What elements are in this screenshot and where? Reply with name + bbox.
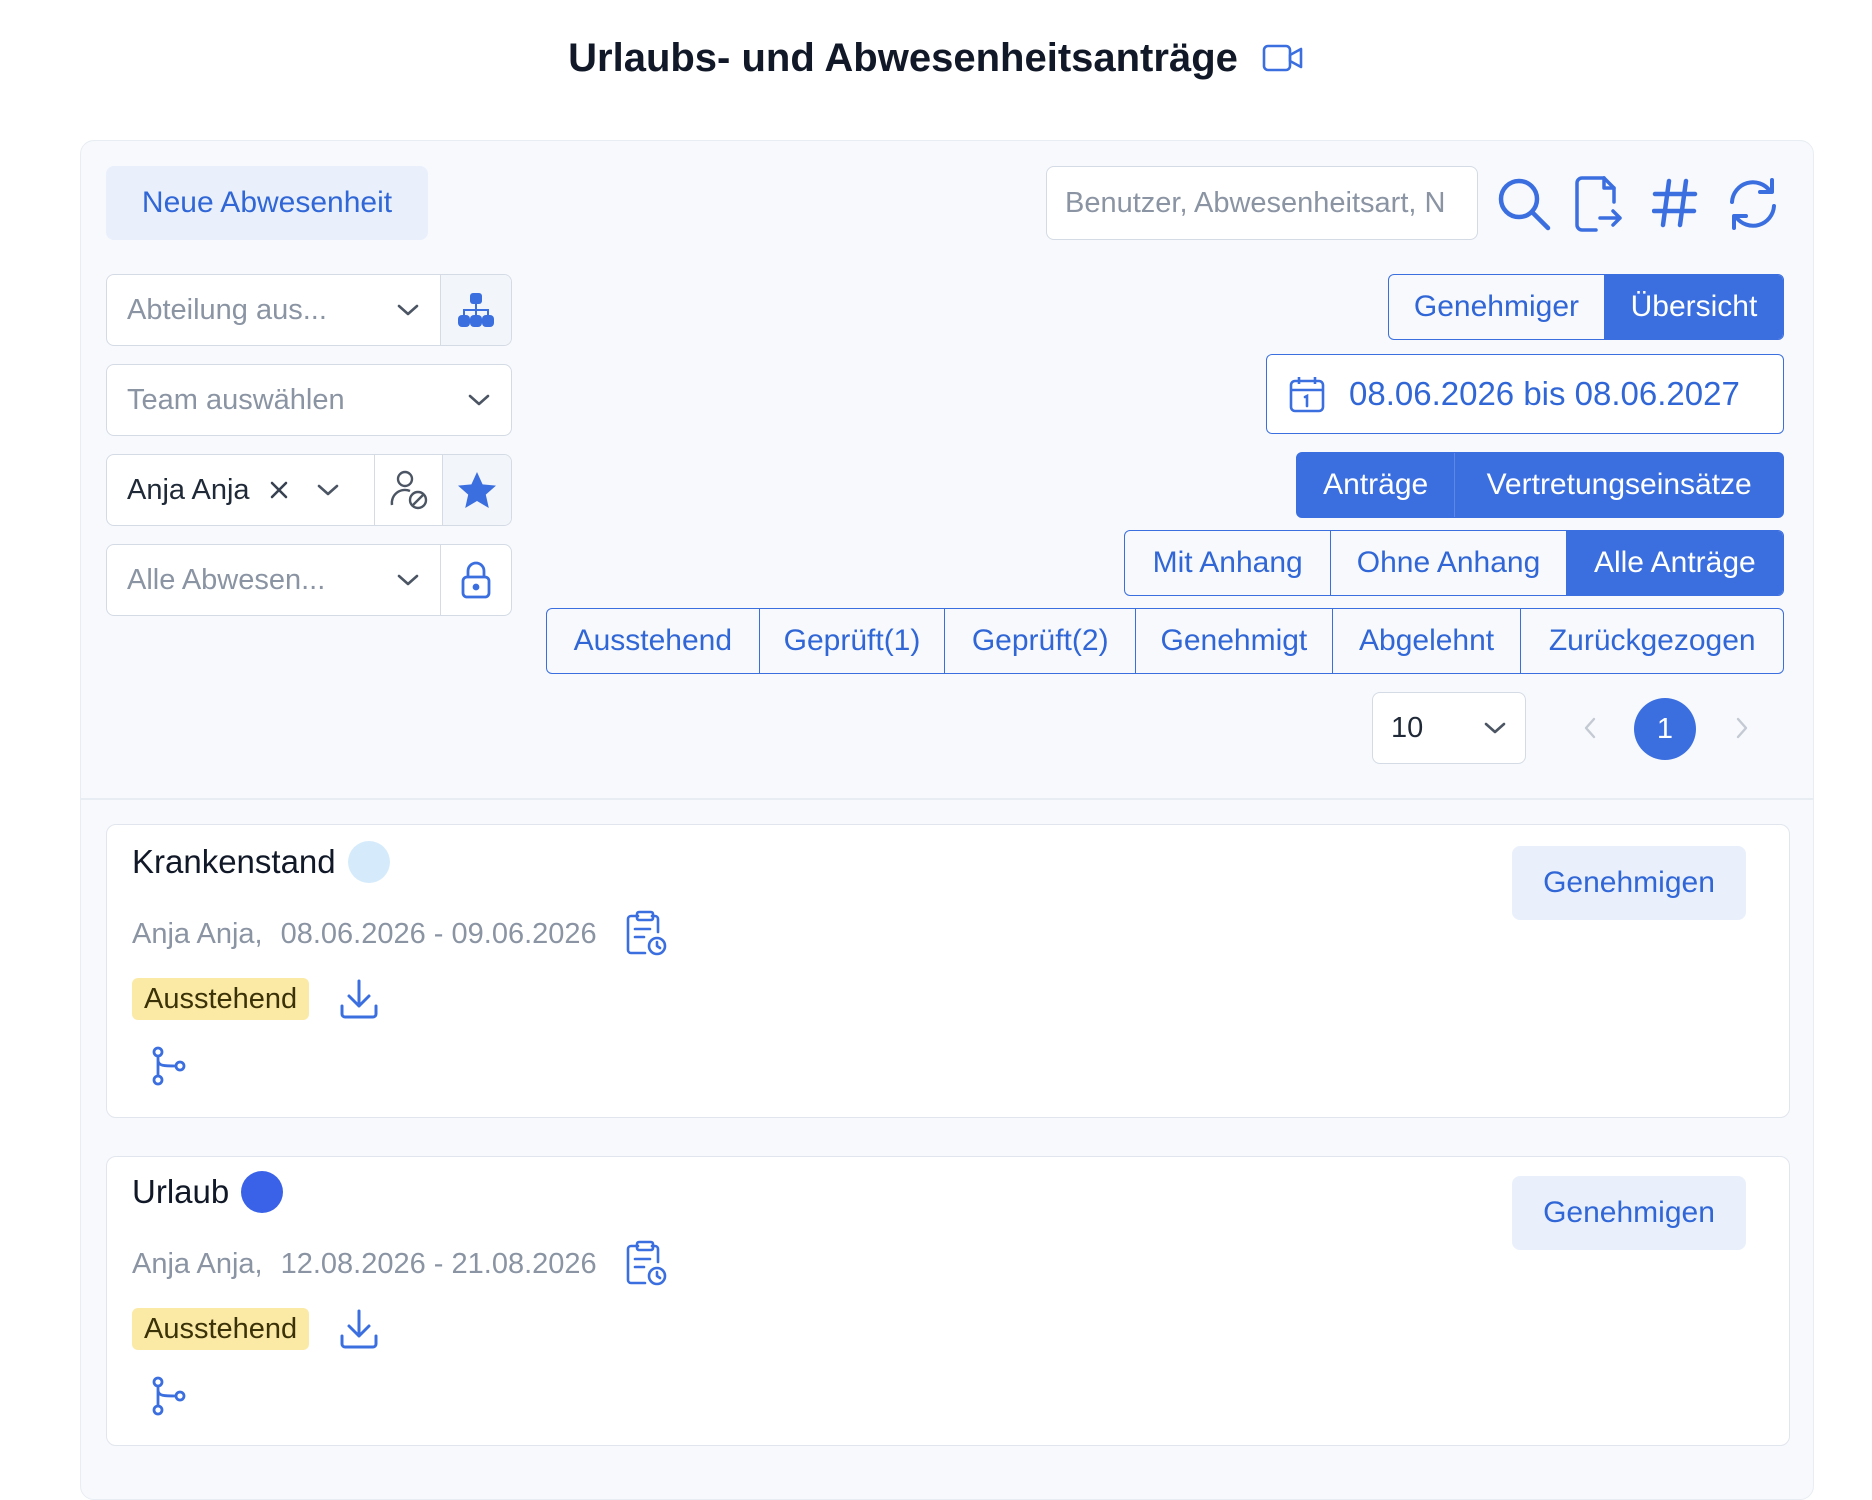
view-toggle: Genehmiger Übersicht (1388, 274, 1784, 340)
tab-requests[interactable]: Anträge (1297, 453, 1455, 517)
video-camera-icon[interactable] (1262, 43, 1304, 73)
status-badge: Ausstehend (132, 978, 310, 1020)
status-checked-2[interactable]: Geprüft(2) (944, 609, 1135, 673)
page-size-select[interactable]: 10 (1372, 692, 1526, 764)
chevron-down-icon (396, 572, 420, 588)
lock-button[interactable] (440, 545, 511, 615)
workflow-icon[interactable] (150, 1046, 186, 1086)
next-page-icon[interactable] (1734, 716, 1750, 740)
date-range-picker[interactable]: 08.06.2026 bis 08.06.2027 (1266, 354, 1784, 434)
absence-type-placeholder: Alle Abwesen... (127, 563, 326, 596)
calendar-icon (1289, 375, 1325, 413)
absence-color-dot (241, 1171, 284, 1213)
request-title-row: Krankenstand (132, 838, 390, 886)
request-user: Anja Anja, (132, 1247, 263, 1280)
hash-icon[interactable] (1652, 178, 1698, 228)
chevron-down-icon (316, 482, 340, 498)
page-header: Urlaubs- und Abwesenheitsanträge (0, 28, 1872, 88)
org-chart-icon (457, 292, 495, 328)
absence-color-dot (347, 841, 390, 883)
request-dates: 12.08.2026 - 21.08.2026 (280, 1247, 597, 1280)
refresh-icon[interactable] (1726, 176, 1780, 232)
status-rejected[interactable]: Abgelehnt (1331, 609, 1521, 673)
attachment-filter: Mit Anhang Ohne Anhang Alle Anträge (1124, 530, 1784, 596)
chevron-down-icon (467, 392, 491, 408)
page-size-value: 10 (1391, 711, 1424, 744)
request-meta-row: Anja Anja, 12.08.2026 - 21.08.2026 (132, 1236, 667, 1292)
org-chart-button[interactable] (440, 275, 511, 345)
user-select[interactable]: Anja Anja (106, 454, 512, 526)
request-status-row: Ausstehend (132, 1304, 379, 1354)
status-approved[interactable]: Genehmigt (1135, 609, 1332, 673)
chevron-down-icon (1483, 720, 1507, 736)
department-placeholder: Abteilung aus... (127, 293, 327, 326)
request-type: Urlaub (132, 1173, 230, 1210)
status-withdrawn[interactable]: Zurückgezogen (1520, 609, 1783, 673)
search-input[interactable]: Benutzer, Abwesenheitsart, N (1046, 166, 1478, 240)
chevron-down-icon (396, 302, 420, 318)
status-filter: Ausstehend Geprüft(1) Geprüft(2) Genehmi… (546, 608, 1784, 674)
tab-approver[interactable]: Genehmiger (1389, 275, 1604, 339)
department-select[interactable]: Abteilung aus... (106, 274, 512, 346)
request-type: Krankenstand (132, 843, 336, 880)
favorite-button[interactable] (442, 455, 511, 525)
file-export-icon[interactable] (1574, 176, 1624, 232)
user-blocked-icon (390, 469, 428, 511)
tab-substitutions[interactable]: Vertretungseinsätze (1454, 453, 1783, 517)
request-status-row: Ausstehend (132, 974, 379, 1024)
clipboard-history-icon[interactable] (625, 910, 667, 958)
download-icon[interactable] (339, 1308, 379, 1350)
request-title-row: Urlaub (132, 1168, 284, 1216)
team-select[interactable]: Team auswählen (106, 364, 512, 436)
search-icon[interactable] (1496, 176, 1552, 232)
status-checked-1[interactable]: Geprüft(1) (758, 609, 945, 673)
user-value: Anja Anja (127, 473, 250, 506)
filter-with-attachment[interactable]: Mit Anhang (1125, 531, 1330, 595)
workflow-icon[interactable] (150, 1376, 186, 1416)
filter-all-requests[interactable]: Alle Anträge (1565, 531, 1783, 595)
clear-icon[interactable] (268, 479, 290, 501)
approve-button[interactable]: Genehmigen (1512, 846, 1746, 920)
inactive-users-button[interactable] (374, 455, 442, 525)
date-range-label: 08.06.2026 bis 08.06.2027 (1349, 375, 1740, 412)
new-absence-button[interactable]: Neue Abwesenheit (106, 166, 428, 240)
new-absence-label: Neue Abwesenheit (141, 186, 393, 219)
team-placeholder: Team auswählen (127, 383, 345, 416)
prev-page-icon[interactable] (1582, 716, 1598, 740)
request-dates: 08.06.2026 - 09.06.2026 (280, 917, 597, 950)
star-icon (457, 471, 497, 509)
panel-divider (80, 798, 1814, 800)
clipboard-history-icon[interactable] (625, 1240, 667, 1288)
absence-type-select[interactable]: Alle Abwesen... (106, 544, 512, 616)
filter-without-attachment[interactable]: Ohne Anhang (1330, 531, 1565, 595)
request-user: Anja Anja, (132, 917, 263, 950)
request-type-toggle: Anträge Vertretungseinsätze (1296, 452, 1784, 518)
status-pending[interactable]: Ausstehend (547, 609, 759, 673)
request-meta-row: Anja Anja, 08.06.2026 - 09.06.2026 (132, 906, 667, 962)
lock-icon (461, 561, 491, 599)
approve-button[interactable]: Genehmigen (1512, 1176, 1746, 1250)
search-placeholder: Benutzer, Abwesenheitsart, N (1065, 186, 1446, 219)
page-title: Urlaubs- und Abwesenheitsanträge (568, 35, 1238, 80)
download-icon[interactable] (339, 978, 379, 1020)
status-badge: Ausstehend (132, 1308, 310, 1350)
tab-overview[interactable]: Übersicht (1603, 275, 1783, 339)
page-1-button[interactable]: 1 (1634, 698, 1696, 760)
